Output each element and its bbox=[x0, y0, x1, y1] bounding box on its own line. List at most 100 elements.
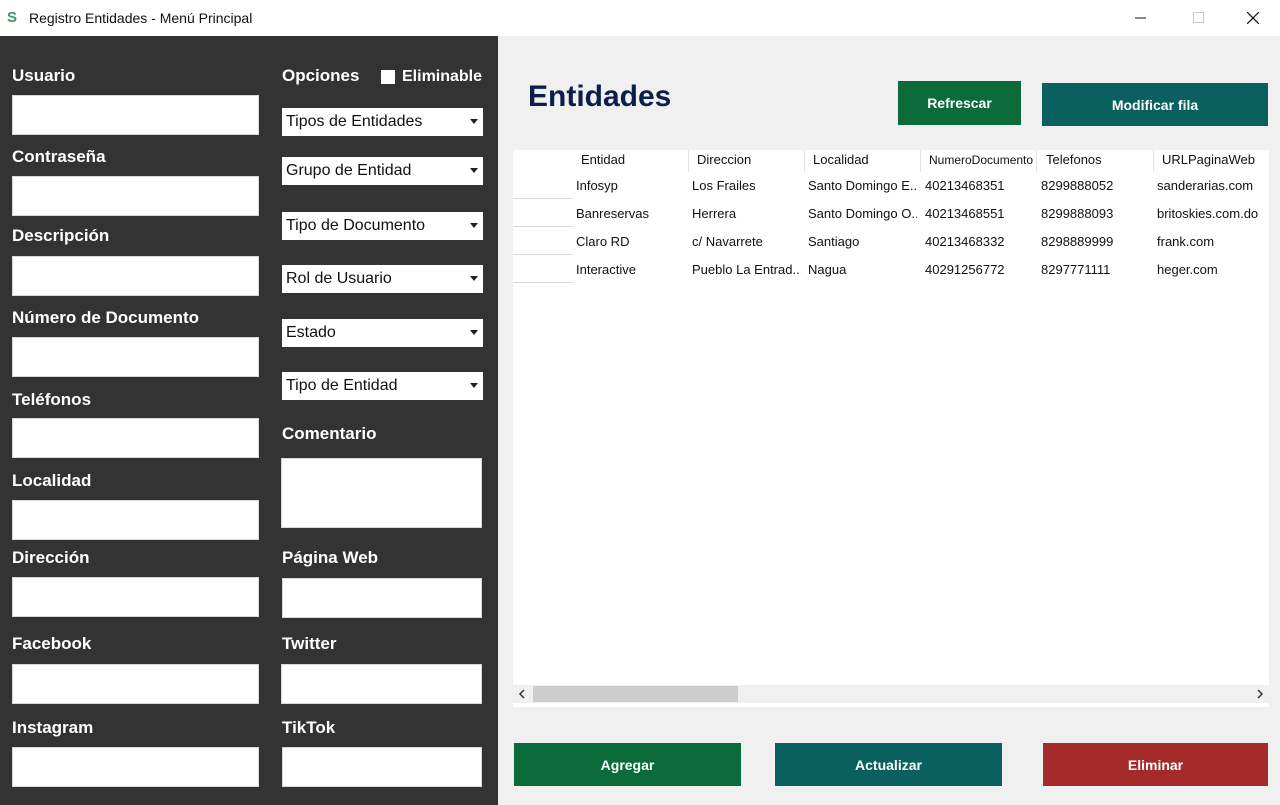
cell-entidad[interactable]: Infosyp bbox=[573, 172, 685, 200]
cell-localidad[interactable]: Nagua bbox=[805, 256, 917, 284]
cell-telefonos[interactable]: 8299888093 bbox=[1038, 200, 1150, 228]
column-header-entidad[interactable]: Entidad bbox=[577, 150, 689, 172]
scrollbar-thumb[interactable] bbox=[533, 686, 738, 702]
cell-numerodocumento[interactable]: 40213468332 bbox=[922, 228, 1034, 256]
minimize-button[interactable] bbox=[1118, 0, 1164, 36]
column-header-telefonos[interactable]: Telefonos bbox=[1042, 150, 1154, 172]
cell-numerodocumento[interactable]: 40213468551 bbox=[922, 200, 1034, 228]
grupo-entidad-dropdown[interactable] bbox=[465, 157, 483, 185]
column-header-numerodocumento[interactable]: NumeroDocumento bbox=[925, 150, 1037, 172]
contrasena-input[interactable] bbox=[12, 176, 259, 216]
chevron-down-icon bbox=[470, 223, 478, 228]
actualizar-button[interactable]: Actualizar bbox=[775, 743, 1002, 786]
tiktok-input[interactable] bbox=[282, 747, 482, 787]
tipo-entidad-dropdown[interactable] bbox=[465, 372, 483, 400]
cell-telefonos[interactable]: 8299888052 bbox=[1038, 172, 1150, 200]
maximize-icon bbox=[1193, 12, 1204, 23]
telefonos-input[interactable] bbox=[12, 418, 259, 458]
page-title: Entidades bbox=[528, 80, 672, 113]
cell-localidad[interactable]: Santo Domingo O... bbox=[805, 200, 917, 228]
modificar-fila-button[interactable]: Modificar fila bbox=[1042, 83, 1268, 126]
table-row[interactable]: Interactive Pueblo La Entrad... Nagua 40… bbox=[513, 256, 1269, 284]
twitter-input[interactable] bbox=[281, 664, 482, 704]
facebook-input[interactable] bbox=[12, 664, 259, 704]
cell-entidad[interactable]: Banreservas bbox=[573, 200, 685, 228]
scroll-right-icon[interactable] bbox=[1255, 688, 1265, 700]
close-icon bbox=[1247, 12, 1259, 24]
usuario-input[interactable] bbox=[12, 95, 259, 135]
column-header-direccion[interactable]: Direccion bbox=[693, 150, 805, 172]
eliminable-checkbox[interactable] bbox=[381, 70, 395, 84]
refrescar-button[interactable]: Refrescar bbox=[898, 81, 1021, 125]
tipo-documento-value: Tipo de Documento bbox=[286, 217, 426, 234]
tipos-entidades-value: Tipos de Entidades bbox=[286, 113, 423, 130]
grupo-entidad-value: Grupo de Entidad bbox=[286, 162, 412, 179]
cell-direccion[interactable]: Los Frailes bbox=[689, 172, 801, 200]
tipos-entidades-dropdown[interactable] bbox=[465, 108, 483, 136]
cell-localidad[interactable]: Santiago bbox=[805, 228, 917, 256]
row-header[interactable] bbox=[513, 256, 573, 283]
cell-numerodocumento[interactable]: 40213468351 bbox=[922, 172, 1034, 200]
direccion-input[interactable] bbox=[12, 577, 259, 617]
cell-direccion[interactable]: Pueblo La Entrad... bbox=[689, 256, 801, 284]
rol-usuario-select[interactable]: Rol de Usuario bbox=[282, 265, 483, 293]
tipo-documento-select[interactable]: Tipo de Documento bbox=[282, 212, 483, 240]
opciones-label: Opciones bbox=[282, 66, 360, 85]
column-header-urlpaginaweb[interactable]: URLPaginaWeb bbox=[1158, 150, 1269, 172]
cell-telefonos[interactable]: 8297771111 bbox=[1038, 256, 1150, 284]
horizontal-scrollbar[interactable] bbox=[513, 685, 1269, 703]
cell-direccion[interactable]: Herrera bbox=[689, 200, 801, 228]
table-row[interactable]: Claro RD c/ Navarrete Santiago 402134683… bbox=[513, 228, 1269, 256]
scroll-left-icon[interactable] bbox=[517, 688, 527, 700]
estado-select[interactable]: Estado bbox=[282, 319, 483, 347]
minimize-icon bbox=[1135, 17, 1146, 19]
tipos-entidades-select[interactable]: Tipos de Entidades bbox=[282, 108, 483, 136]
cell-direccion[interactable]: c/ Navarrete bbox=[689, 228, 801, 256]
column-header-localidad[interactable]: Localidad bbox=[809, 150, 921, 172]
table-row[interactable]: Infosyp Los Frailes Santo Domingo E... 4… bbox=[513, 172, 1269, 200]
descripcion-input[interactable] bbox=[12, 256, 259, 296]
chevron-down-icon bbox=[470, 330, 478, 335]
title-bar: S Registro Entidades - Menú Principal bbox=[0, 0, 1280, 36]
facebook-label: Facebook bbox=[12, 634, 92, 653]
row-header[interactable] bbox=[513, 200, 573, 227]
row-header[interactable] bbox=[513, 172, 573, 199]
cell-urlpaginaweb[interactable]: heger.com bbox=[1154, 256, 1269, 284]
eliminar-button[interactable]: Eliminar bbox=[1043, 743, 1268, 786]
cell-urlpaginaweb[interactable]: sanderarias.com bbox=[1154, 172, 1269, 200]
numero-documento-input[interactable] bbox=[12, 337, 259, 377]
comentario-label: Comentario bbox=[282, 424, 377, 443]
tiktok-label: TikTok bbox=[282, 718, 336, 737]
cell-entidad[interactable]: Claro RD bbox=[573, 228, 685, 256]
row-header[interactable] bbox=[513, 228, 573, 255]
rol-usuario-dropdown[interactable] bbox=[465, 265, 483, 293]
estado-dropdown[interactable] bbox=[465, 319, 483, 347]
localidad-input[interactable] bbox=[12, 500, 259, 540]
localidad-label: Localidad bbox=[12, 471, 92, 490]
cell-urlpaginaweb[interactable]: britoskies.com.do bbox=[1154, 200, 1269, 228]
close-button[interactable] bbox=[1230, 0, 1276, 36]
pagina-web-input[interactable] bbox=[282, 578, 482, 618]
grupo-entidad-select[interactable]: Grupo de Entidad bbox=[282, 157, 483, 185]
cell-telefonos[interactable]: 8298889999 bbox=[1038, 228, 1150, 256]
tipo-entidad-select[interactable]: Tipo de Entidad bbox=[282, 372, 483, 400]
cell-numerodocumento[interactable]: 40291256772 bbox=[922, 256, 1034, 284]
tipo-documento-dropdown[interactable] bbox=[465, 212, 483, 240]
comentario-textarea[interactable] bbox=[281, 458, 482, 528]
instagram-input[interactable] bbox=[12, 747, 259, 787]
chevron-down-icon bbox=[470, 119, 478, 124]
table-row[interactable]: Banreservas Herrera Santo Domingo O... 4… bbox=[513, 200, 1269, 228]
entities-table[interactable]: Entidad Direccion Localidad NumeroDocume… bbox=[513, 150, 1269, 707]
cell-localidad[interactable]: Santo Domingo E... bbox=[805, 172, 917, 200]
twitter-label: Twitter bbox=[282, 634, 337, 653]
numero-documento-label: Número de Documento bbox=[12, 308, 200, 327]
instagram-label: Instagram bbox=[12, 718, 94, 737]
telefonos-label: Teléfonos bbox=[12, 390, 92, 409]
maximize-button[interactable] bbox=[1176, 0, 1222, 36]
cell-entidad[interactable]: Interactive bbox=[573, 256, 685, 284]
cell-urlpaginaweb[interactable]: frank.com bbox=[1154, 228, 1269, 256]
agregar-button[interactable]: Agregar bbox=[514, 743, 741, 786]
usuario-label: Usuario bbox=[12, 66, 76, 85]
rol-usuario-value: Rol de Usuario bbox=[286, 270, 392, 287]
descripcion-label: Descripción bbox=[12, 226, 110, 245]
